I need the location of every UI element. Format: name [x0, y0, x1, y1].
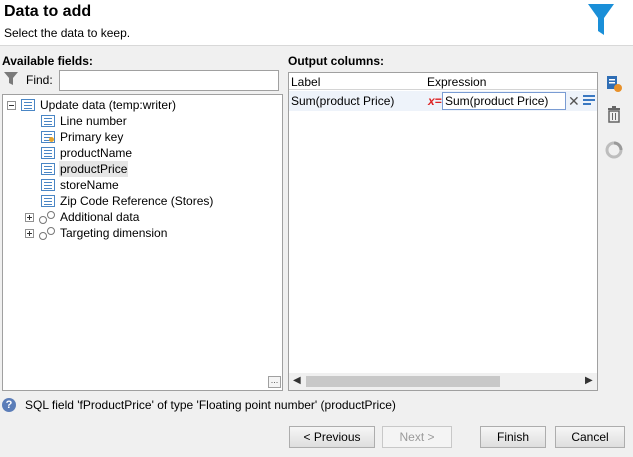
tree-item-product-name[interactable]: productName [41, 145, 133, 161]
delete-icon[interactable] [604, 104, 624, 124]
previous-button[interactable]: < Previous [289, 426, 375, 448]
tree-item-label: Targeting dimension [60, 226, 168, 240]
expand-icon[interactable] [25, 228, 34, 238]
add-column-icon[interactable] [604, 74, 624, 94]
field-icon [41, 163, 55, 175]
tree-item-product-price[interactable]: productPrice [41, 161, 129, 177]
wizard-header: Data to add Select the data to keep. [0, 0, 633, 46]
tree-item-store-name[interactable]: storeName [41, 177, 120, 193]
tree-item-label: Update data (temp:writer) [40, 98, 177, 112]
expression-editor-icon[interactable] [583, 95, 595, 105]
formula-icon: x= [428, 94, 442, 108]
link-icon [39, 211, 55, 224]
tree-item-label: Zip Code Reference (Stores) [60, 194, 214, 208]
filter-icon [4, 72, 18, 85]
field-icon [41, 115, 55, 127]
tree-item-additional-data[interactable]: Additional data [25, 209, 140, 225]
table-row[interactable]: Sum(product Price) x= Sum(product Price)… [289, 91, 597, 111]
link-icon [39, 227, 55, 240]
table-icon [21, 99, 35, 111]
collapse-icon[interactable] [7, 100, 16, 110]
grid-header: Label Expression [289, 73, 597, 90]
find-row: Find: [2, 70, 282, 92]
scroll-left-icon[interactable]: ◀ [293, 375, 301, 386]
funnel-icon [588, 4, 614, 35]
expression-input[interactable]: Sum(product Price) [442, 92, 566, 110]
column-header-expression[interactable]: Expression [427, 75, 486, 89]
tree-item-label: Line number [60, 114, 127, 128]
tree-item-label: Primary key [60, 130, 124, 144]
scrollbar-thumb[interactable] [306, 376, 500, 387]
available-fields-label: Available fields: [2, 54, 93, 68]
tree-item-label: productPrice [59, 161, 129, 177]
expand-icon[interactable] [25, 212, 34, 222]
tree-item-update-data[interactable]: Update data (temp:writer) [7, 97, 177, 113]
output-columns-label: Output columns: [288, 54, 384, 68]
distribution-icon[interactable] [604, 140, 624, 160]
field-icon [41, 147, 55, 159]
finish-button[interactable]: Finish [480, 426, 546, 448]
field-icon [41, 179, 55, 191]
tree-item-label: productName [60, 146, 133, 160]
tree-item-zip-code-reference[interactable]: Zip Code Reference (Stores) [41, 193, 214, 209]
page-title: Data to add [4, 3, 92, 20]
tree-item-primary-key[interactable]: Primary key [41, 129, 124, 145]
page-subtitle: Select the data to keep. [4, 26, 131, 40]
scroll-right-icon[interactable]: ▶ [585, 375, 593, 386]
column-header-label[interactable]: Label [291, 75, 320, 89]
cancel-button[interactable]: Cancel [555, 426, 625, 448]
find-input[interactable] [59, 70, 279, 91]
tree-item-label: Additional data [60, 210, 140, 224]
tree-item-line-number[interactable]: Line number [41, 113, 128, 129]
more-options-icon[interactable]: ... [268, 376, 281, 388]
help-icon: ? [2, 398, 16, 412]
output-columns-grid: Label Expression Sum(product Price) x= S… [288, 72, 598, 391]
tree-item-targeting-dimension[interactable]: Targeting dimension [25, 225, 168, 241]
next-button[interactable]: Next > [382, 426, 452, 448]
status-bar: ? SQL field 'fProductPrice' of type 'Flo… [2, 396, 396, 414]
field-icon [41, 195, 55, 207]
key-field-icon [41, 131, 55, 143]
status-message: SQL field 'fProductPrice' of type 'Float… [25, 398, 396, 412]
clear-icon[interactable]: ✕ [568, 93, 580, 109]
cell-label[interactable]: Sum(product Price) [291, 94, 394, 108]
available-fields-tree[interactable]: Update data (temp:writer) Line number Pr… [2, 94, 283, 391]
find-label: Find: [26, 73, 53, 87]
tree-item-label: storeName [60, 178, 119, 192]
horizontal-scrollbar[interactable]: ◀ ▶ [289, 373, 597, 390]
